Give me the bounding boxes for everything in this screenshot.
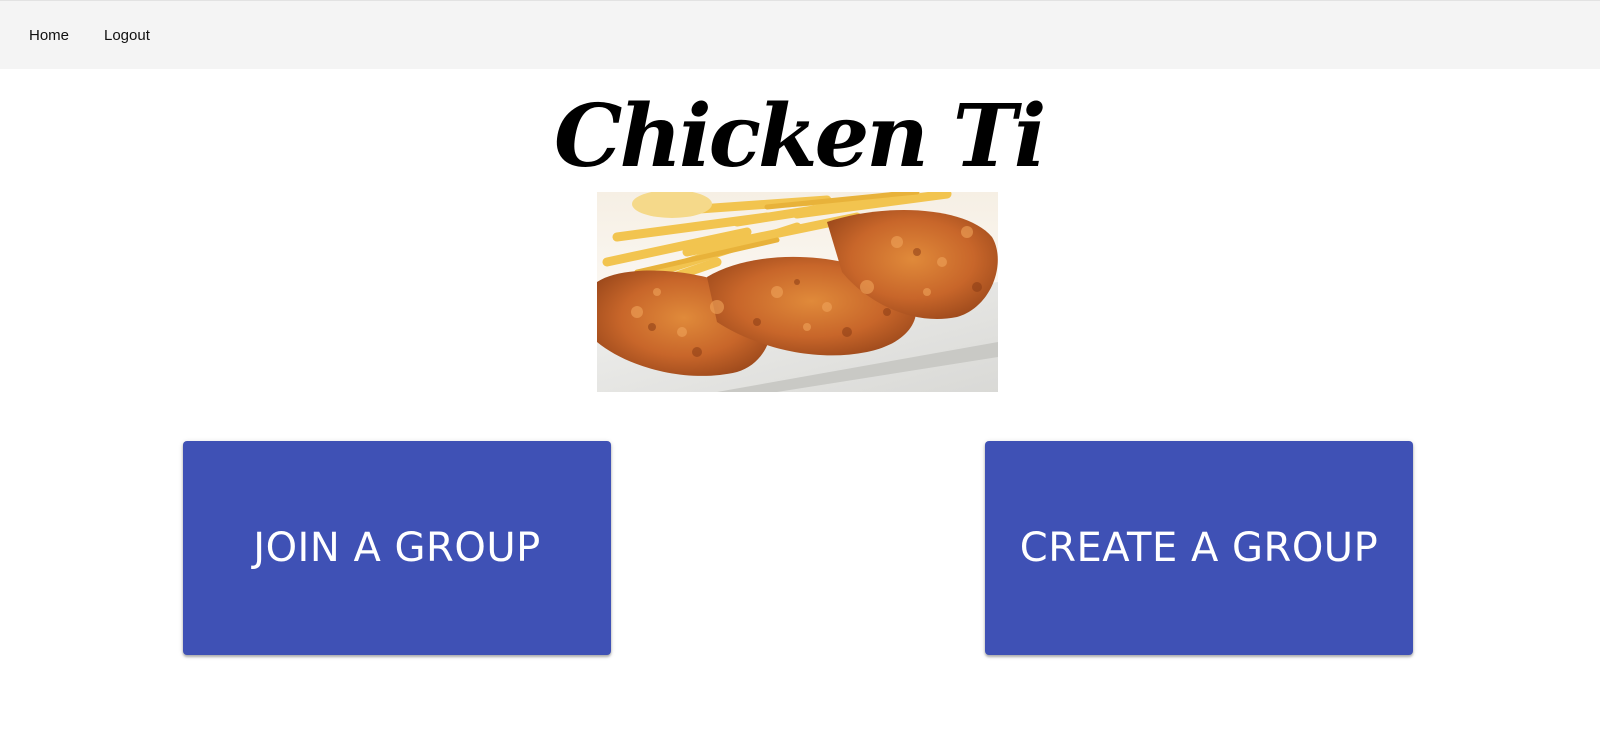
create-group-button[interactable]: CREATE A GROUP [985,441,1413,655]
app-logo: Chicken Tinder [548,80,1266,190]
join-group-button[interactable]: JOIN A GROUP [183,441,611,655]
logo-wordmark: Chicken Tinder [554,86,1266,187]
top-navbar: Home Logout [0,0,1600,69]
fried-chicken-image [597,192,998,392]
logo-text: Chicken Tinder [554,86,1048,187]
nav-home-link[interactable]: Home [29,27,69,44]
nav-logout-link[interactable]: Logout [104,27,150,44]
fried-chicken-photo [597,192,998,392]
